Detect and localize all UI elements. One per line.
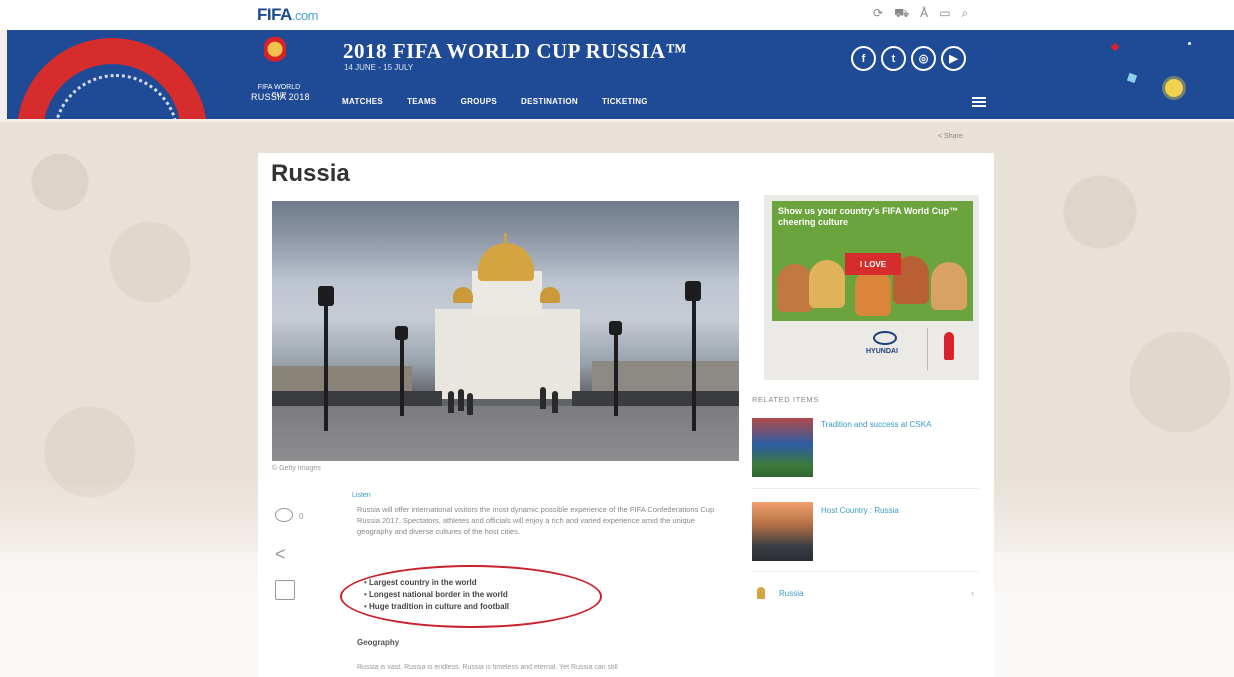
utility-icons: ⟳ ⛟ Å ▭ ⌕ bbox=[873, 6, 968, 22]
hyundai-logo-icon bbox=[873, 331, 897, 345]
world-cup-emblem-icon[interactable] bbox=[264, 36, 286, 80]
ad-brand: HYUNDAI bbox=[866, 348, 898, 355]
decorative-star-icon bbox=[1126, 72, 1138, 84]
geography-heading: Geography bbox=[357, 638, 400, 647]
facebook-icon[interactable]: f bbox=[851, 46, 876, 71]
related-link-cska[interactable]: Tradition and success at CSKA bbox=[821, 420, 931, 429]
divider bbox=[752, 571, 979, 572]
trophy-icon bbox=[757, 587, 765, 599]
decorative-red-arc bbox=[17, 38, 207, 119]
nav-ticketing[interactable]: TICKETING bbox=[602, 97, 648, 106]
nav-destination[interactable]: DESTINATION bbox=[521, 97, 578, 106]
divider bbox=[752, 488, 979, 489]
cathedral bbox=[435, 309, 580, 399]
logo-dot: .com bbox=[291, 8, 319, 23]
decorative-sun-icon bbox=[1165, 79, 1183, 97]
related-items-heading: RELATED ITEMS bbox=[752, 395, 819, 404]
decorative-star-icon bbox=[1110, 42, 1120, 52]
highlight-annotation bbox=[340, 565, 602, 628]
menu-icon[interactable] bbox=[972, 97, 986, 107]
twitter-icon[interactable]: t bbox=[881, 46, 906, 71]
nav-groups[interactable]: GROUPS bbox=[461, 97, 497, 106]
language-icon[interactable]: ▭ bbox=[939, 6, 950, 22]
comment-count: 0 bbox=[299, 512, 304, 521]
main-nav: MATCHES TEAMS GROUPS DESTINATION TICKETI… bbox=[342, 97, 672, 106]
emblem-year: RUSSIA 2018 bbox=[251, 92, 310, 102]
history-icon[interactable]: ⟳ bbox=[873, 6, 883, 22]
user-icon[interactable]: Å bbox=[920, 6, 928, 22]
share-link[interactable]: < Share bbox=[938, 133, 963, 140]
bridge bbox=[272, 406, 739, 461]
world-cup-emblem-icon bbox=[944, 332, 954, 360]
ad-love-banner: I LOVE bbox=[845, 253, 901, 275]
ad-divider bbox=[927, 328, 928, 370]
related-thumbnail-cska[interactable] bbox=[752, 418, 813, 477]
ad-fans-illustration bbox=[775, 238, 971, 324]
tournament-title[interactable]: 2018 FIFA WORLD CUP RUSSIA™ bbox=[343, 39, 687, 64]
nav-teams[interactable]: TEAMS bbox=[407, 97, 437, 106]
utility-bar: FIFA.com ⟳ ⛟ Å ▭ ⌕ bbox=[0, 0, 1234, 30]
search-icon[interactable]: ⌕ bbox=[962, 6, 969, 22]
image-caption: © Getty Images bbox=[272, 465, 321, 472]
logo-main: FIFA bbox=[257, 5, 292, 24]
social-links: f t ◎ ▶ bbox=[851, 46, 966, 71]
instagram-icon[interactable]: ◎ bbox=[911, 46, 936, 71]
world-cup-header: FIFA WORLD CUP RUSSIA 2018 2018 FIFA WOR… bbox=[7, 30, 1234, 119]
comment-icon[interactable] bbox=[275, 508, 293, 522]
youtube-icon[interactable]: ▶ bbox=[941, 46, 966, 71]
russia-team-link[interactable]: Russia bbox=[779, 589, 803, 598]
page-title: Russia bbox=[271, 160, 350, 187]
decorative-dot-icon bbox=[1188, 42, 1191, 45]
nav-matches[interactable]: MATCHES bbox=[342, 97, 383, 106]
listen-link[interactable]: Listen bbox=[352, 492, 371, 499]
geography-text: Russia is vast. Russia is endless. Russi… bbox=[357, 664, 618, 671]
related-link-host-country[interactable]: Host Country : Russia bbox=[821, 506, 899, 515]
chevron-right-icon[interactable]: › bbox=[971, 588, 974, 598]
fifa-com-logo[interactable]: FIFA.com bbox=[257, 5, 319, 25]
cart-icon[interactable]: ⛟ bbox=[894, 6, 909, 22]
article-intro: Russia will offer international visitors… bbox=[357, 505, 715, 536]
hero-image bbox=[272, 201, 739, 461]
share-label: Share bbox=[944, 133, 963, 140]
ad-headline: Show us your country's FIFA World Cup™ c… bbox=[778, 206, 959, 227]
tournament-dates: 14 JUNE - 15 JULY bbox=[344, 63, 414, 72]
share-icon[interactable]: < bbox=[275, 544, 286, 565]
related-thumbnail-russia[interactable] bbox=[752, 502, 813, 561]
print-icon[interactable] bbox=[275, 580, 295, 600]
